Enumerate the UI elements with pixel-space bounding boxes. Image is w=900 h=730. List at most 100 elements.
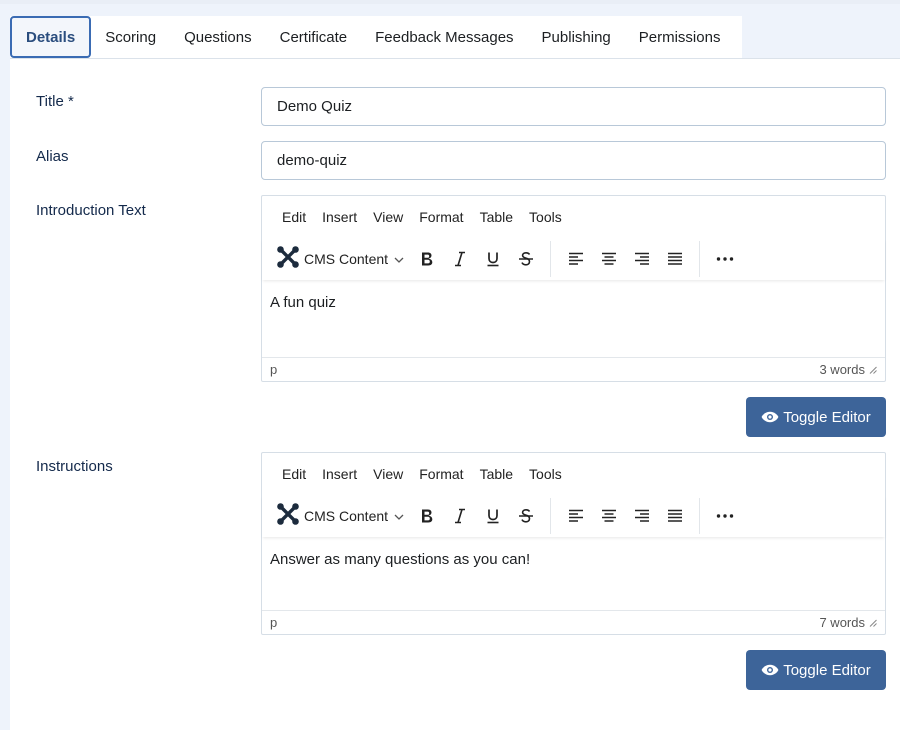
editor-statusbar: p 3 words bbox=[262, 357, 885, 381]
align-left-icon bbox=[568, 509, 583, 522]
cms-content-select[interactable]: CMS Content bbox=[274, 500, 410, 532]
element-path[interactable]: p bbox=[270, 615, 277, 630]
introduction-content[interactable]: A fun quiz bbox=[262, 280, 885, 357]
align-justify-icon bbox=[667, 509, 682, 522]
menu-edit[interactable]: Edit bbox=[274, 209, 314, 225]
menu-view[interactable]: View bbox=[365, 466, 411, 482]
align-right-icon bbox=[634, 252, 649, 265]
toggle-editor-label: Toggle Editor bbox=[783, 408, 871, 426]
instructions-editor: Edit Insert View Format Table Tools CMS … bbox=[261, 452, 886, 635]
toolbar-separator bbox=[550, 241, 552, 277]
instructions-content[interactable]: Answer as many questions as you can! bbox=[262, 537, 885, 610]
alias-input[interactable] bbox=[261, 141, 886, 180]
tab-questions[interactable]: Questions bbox=[170, 16, 266, 58]
menu-tools[interactable]: Tools bbox=[521, 466, 570, 482]
title-input[interactable] bbox=[261, 87, 886, 126]
menu-view[interactable]: View bbox=[365, 209, 411, 225]
editor-menubar: Edit Insert View Format Table Tools bbox=[262, 196, 885, 238]
toggle-editor-label: Toggle Editor bbox=[783, 661, 871, 679]
toggle-editor-button[interactable]: Toggle Editor bbox=[746, 397, 886, 437]
align-center-icon bbox=[601, 252, 616, 265]
instructions-label: Instructions bbox=[36, 458, 113, 475]
toggle-editor-button[interactable]: Toggle Editor bbox=[746, 650, 886, 690]
word-count-label: 3 words bbox=[819, 362, 865, 377]
more-button[interactable] bbox=[708, 500, 741, 532]
cms-content-label: CMS Content bbox=[304, 251, 389, 267]
title-label: Title * bbox=[36, 93, 74, 110]
align-left-icon bbox=[568, 252, 583, 265]
word-count: 3 words bbox=[819, 362, 877, 377]
align-left-button[interactable] bbox=[559, 243, 592, 275]
more-button[interactable] bbox=[708, 243, 741, 275]
bold-button[interactable] bbox=[410, 243, 443, 275]
top-strip bbox=[0, 0, 900, 4]
editor-toolbar: CMS Content bbox=[262, 495, 885, 537]
introduction-label: Introduction Text bbox=[36, 202, 146, 219]
details-panel: Title * Alias Introduction Text Edit Ins… bbox=[10, 58, 900, 730]
strikethrough-button[interactable] bbox=[509, 243, 542, 275]
editor-menubar: Edit Insert View Format Table Tools bbox=[262, 453, 885, 495]
joomla-icon bbox=[276, 245, 300, 274]
tab-details[interactable]: Details bbox=[10, 16, 92, 58]
toolbar-separator bbox=[550, 498, 552, 534]
toolbar-separator bbox=[699, 498, 701, 534]
align-center-button[interactable] bbox=[592, 243, 625, 275]
strikethrough-button[interactable] bbox=[509, 500, 542, 532]
bold-icon bbox=[421, 252, 432, 266]
editor-toolbar: CMS Content bbox=[262, 238, 885, 280]
underline-button[interactable] bbox=[476, 243, 509, 275]
tab-bar: Details Scoring Questions Certificate Fe… bbox=[10, 16, 742, 58]
strikethrough-icon bbox=[518, 508, 533, 523]
italic-icon bbox=[454, 508, 465, 524]
bold-icon bbox=[421, 509, 432, 523]
tab-permissions[interactable]: Permissions bbox=[625, 16, 735, 58]
eye-icon bbox=[761, 411, 779, 423]
align-center-button[interactable] bbox=[592, 500, 625, 532]
cms-content-select[interactable]: CMS Content bbox=[274, 243, 410, 275]
tab-publishing[interactable]: Publishing bbox=[528, 16, 625, 58]
more-icon bbox=[716, 514, 733, 518]
cms-content-label: CMS Content bbox=[304, 508, 389, 524]
element-path[interactable]: p bbox=[270, 362, 277, 377]
menu-table[interactable]: Table bbox=[472, 209, 521, 225]
italic-icon bbox=[454, 251, 465, 267]
more-icon bbox=[716, 257, 733, 261]
menu-format[interactable]: Format bbox=[411, 466, 471, 482]
menu-format[interactable]: Format bbox=[411, 209, 471, 225]
strikethrough-icon bbox=[518, 251, 533, 266]
word-count-label: 7 words bbox=[819, 615, 865, 630]
align-right-button[interactable] bbox=[625, 500, 658, 532]
tab-feedback-messages[interactable]: Feedback Messages bbox=[361, 16, 527, 58]
underline-button[interactable] bbox=[476, 500, 509, 532]
align-justify-icon bbox=[667, 252, 682, 265]
resize-handle-icon[interactable] bbox=[869, 619, 877, 627]
introduction-editor: Edit Insert View Format Table Tools CMS … bbox=[261, 195, 886, 382]
chevron-down-icon bbox=[394, 250, 404, 268]
joomla-icon bbox=[276, 502, 300, 531]
align-left-button[interactable] bbox=[559, 500, 592, 532]
bold-button[interactable] bbox=[410, 500, 443, 532]
menu-insert[interactable]: Insert bbox=[314, 209, 365, 225]
menu-tools[interactable]: Tools bbox=[521, 209, 570, 225]
editor-statusbar: p 7 words bbox=[262, 610, 885, 634]
alias-label: Alias bbox=[36, 148, 69, 165]
align-right-button[interactable] bbox=[625, 243, 658, 275]
align-center-icon bbox=[601, 509, 616, 522]
chevron-down-icon bbox=[394, 507, 404, 525]
resize-handle-icon[interactable] bbox=[869, 366, 877, 374]
menu-insert[interactable]: Insert bbox=[314, 466, 365, 482]
tab-scoring[interactable]: Scoring bbox=[91, 16, 170, 58]
align-right-icon bbox=[634, 509, 649, 522]
word-count: 7 words bbox=[819, 615, 877, 630]
italic-button[interactable] bbox=[443, 500, 476, 532]
justify-button[interactable] bbox=[658, 243, 691, 275]
italic-button[interactable] bbox=[443, 243, 476, 275]
underline-icon bbox=[487, 509, 499, 524]
justify-button[interactable] bbox=[658, 500, 691, 532]
toolbar-separator bbox=[699, 241, 701, 277]
eye-icon bbox=[761, 664, 779, 676]
underline-icon bbox=[487, 252, 499, 267]
menu-table[interactable]: Table bbox=[472, 466, 521, 482]
tab-certificate[interactable]: Certificate bbox=[266, 16, 362, 58]
menu-edit[interactable]: Edit bbox=[274, 466, 314, 482]
